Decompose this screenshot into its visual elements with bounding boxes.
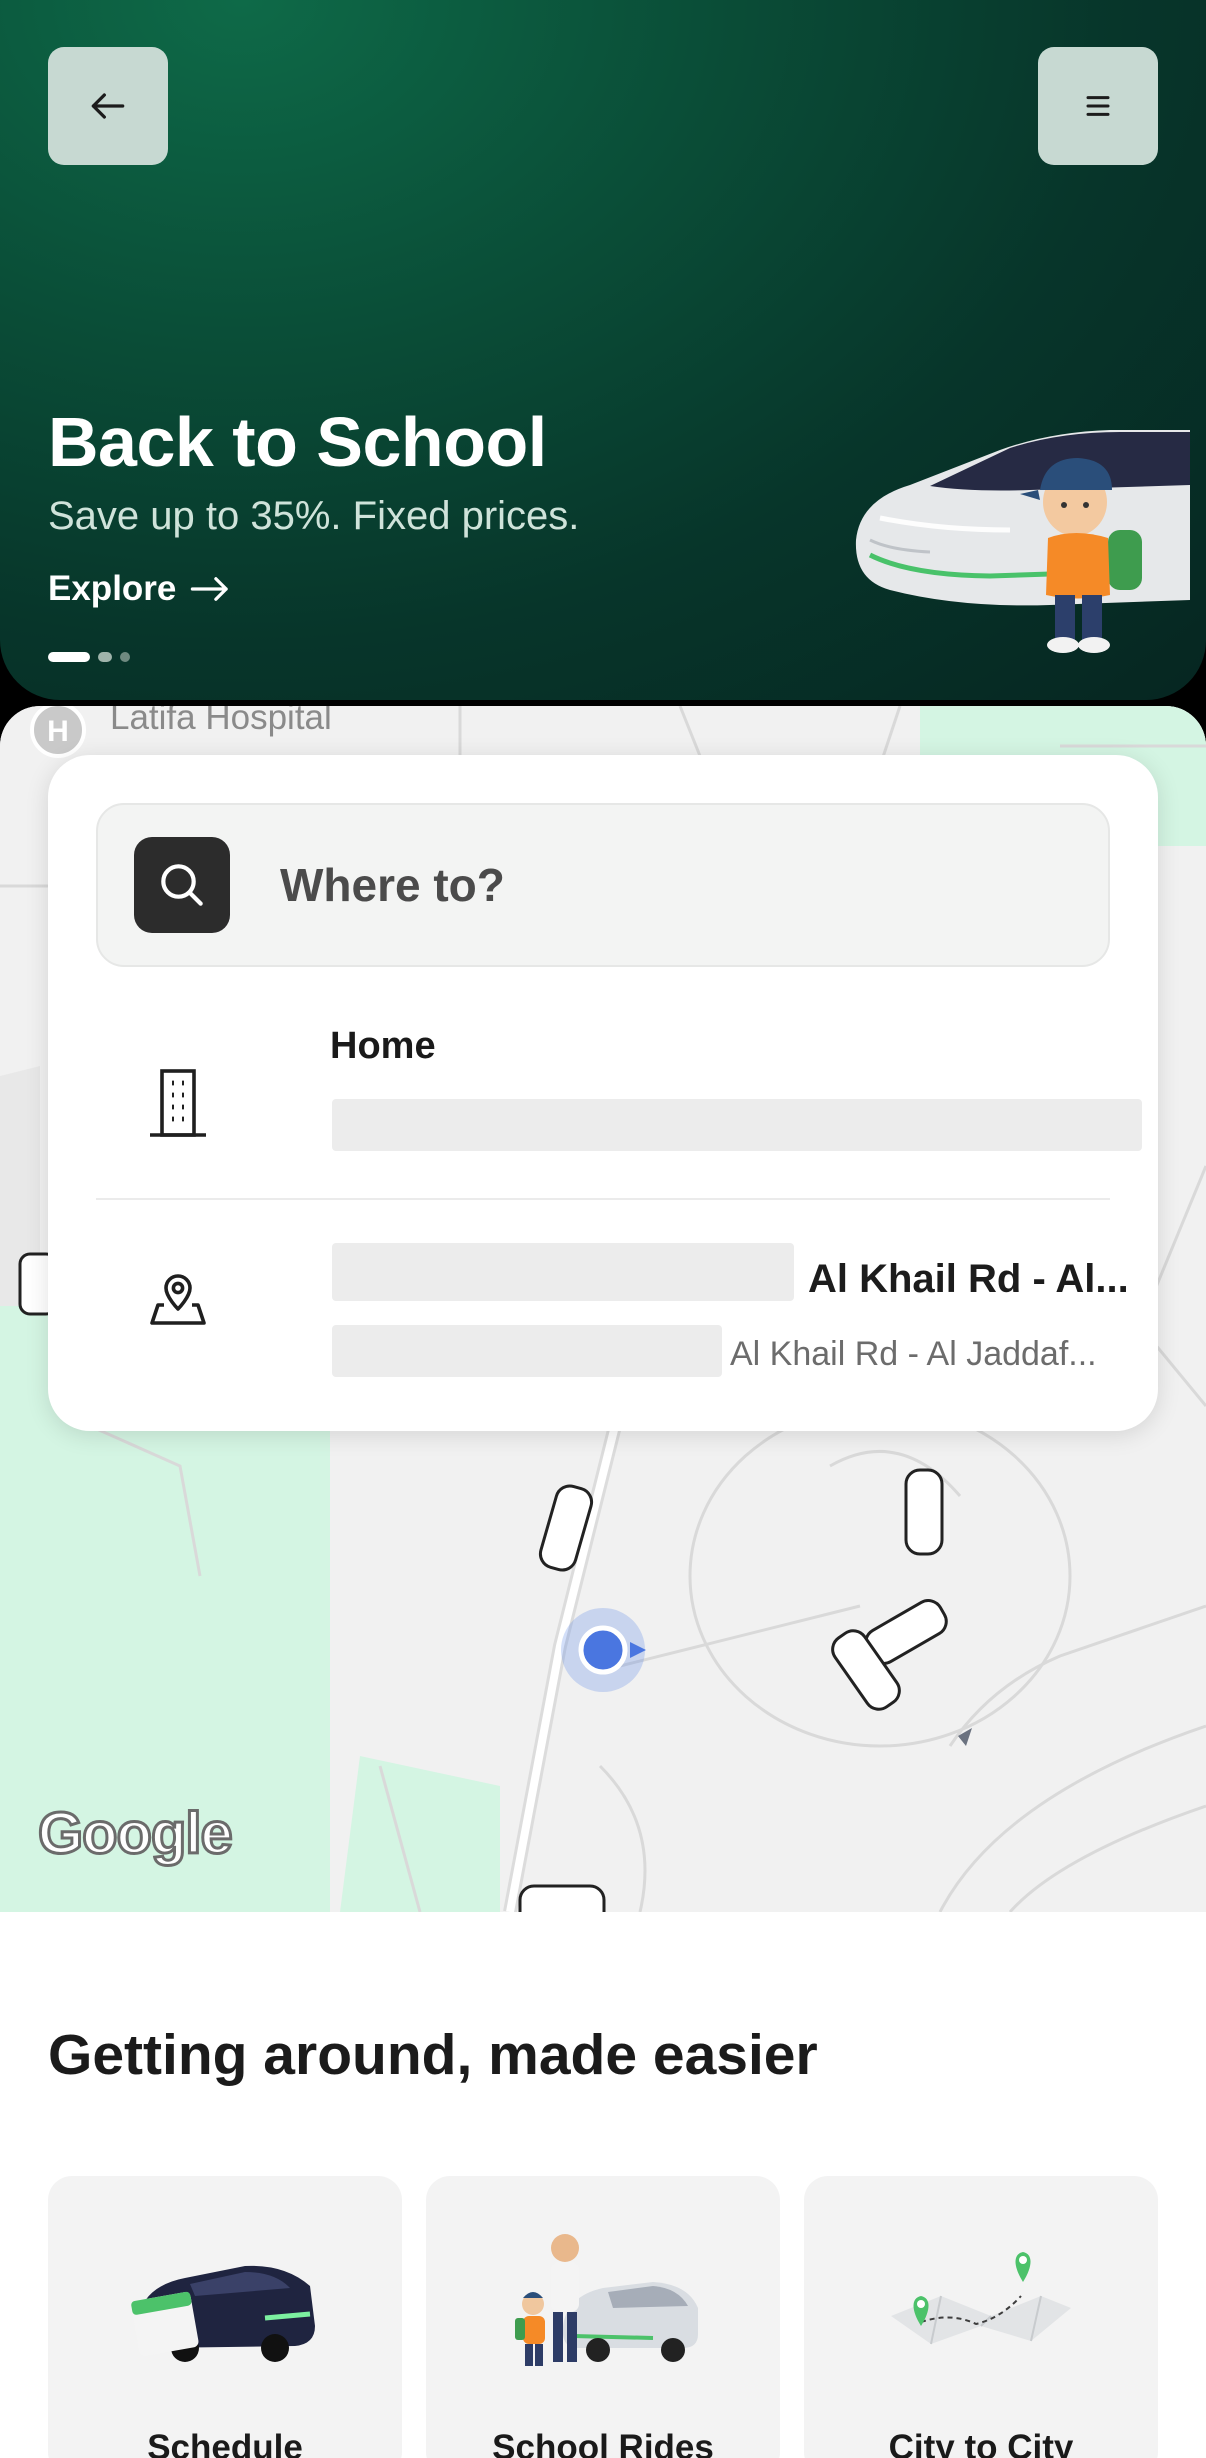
search-input[interactable]: Where to? [96,803,1110,967]
back-button[interactable] [48,47,168,165]
saved-place-home[interactable]: Home [96,1005,1142,1205]
recent-address-placeholder [332,1325,722,1377]
search-placeholder: Where to? [280,859,505,911]
schedule-label: Schedule [147,2428,303,2458]
schedule-car-icon [131,2265,315,2362]
search-icon [161,864,203,906]
search-button[interactable] [134,837,230,933]
map-route-icon [891,2252,1071,2345]
service-tile-schedule[interactable]: Schedule [48,2176,402,2458]
location-pin-icon [150,1274,206,1325]
service-tile-school-rides[interactable]: School Rides [426,2176,780,2458]
school-rides-icon [515,2234,698,2366]
section-title: Getting around, made easier [48,2023,818,2087]
recent-place[interactable]: Al Khail Rd - Al... Al Khail Rd - Al Jad… [96,1207,1129,1407]
home-address-placeholder [332,1099,1142,1151]
school-rides-label: School Rides [492,2428,714,2458]
recent-name-placeholder [332,1243,794,1301]
building-icon [150,1069,206,1137]
explore-link[interactable]: Explore [48,569,232,609]
city-to-city-label: City to City [888,2428,1074,2458]
explore-label: Explore [48,569,177,608]
google-attribution: Google [37,1800,235,1868]
promo-banner[interactable]: Back to School Save up to 35%. Fixed pri… [0,0,1206,700]
hamburger-icon [1086,96,1110,116]
map-poi-label: Latifa Hospital [110,706,332,737]
hero-title: Back to School [48,403,547,481]
menu-button[interactable] [1038,47,1158,165]
hero-subtitle: Save up to 35%. Fixed prices. [48,494,580,538]
destination-card: Where to? Home Al Khail Rd - Al... Al Kh… [48,755,1158,1431]
recent-place-subtitle: Al Khail Rd - Al Jaddaf... [730,1335,1097,1373]
car-and-child-illustration [855,430,1190,653]
home-title: Home [330,1025,436,1067]
carousel-dot [98,652,112,662]
arrow-left-icon [91,93,125,119]
carousel-dot [120,652,130,662]
services-section: Getting around, made easier Schedule Sch… [0,1912,1206,2458]
carousel-indicator [48,652,130,662]
svg-text:H: H [47,715,69,748]
recent-place-title: Al Khail Rd - Al... [808,1257,1129,1301]
arrow-right-icon [191,577,229,601]
service-tile-city-to-city[interactable]: City to City [804,2176,1158,2458]
carousel-dot-active [48,652,90,662]
divider [96,1198,1110,1200]
